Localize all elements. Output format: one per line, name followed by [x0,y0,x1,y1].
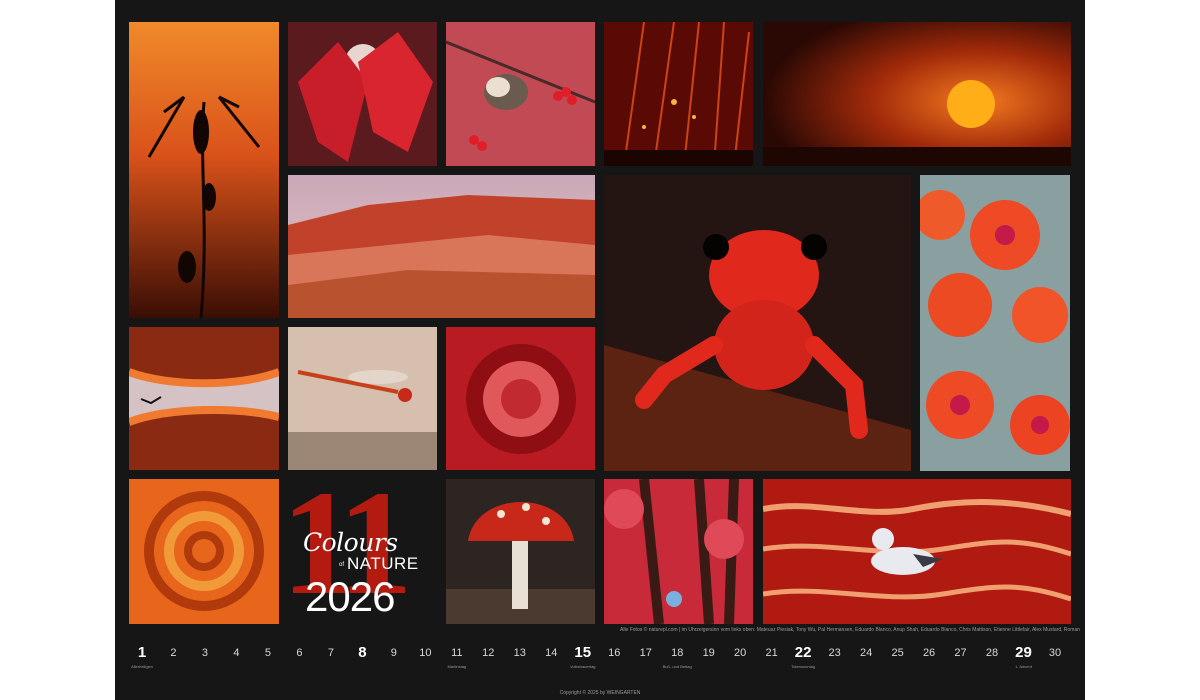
calendar-day-23: 23 [828,647,841,659]
calendar-day-20: 20 [734,647,747,659]
calendar-day-6: 6 [296,647,303,659]
red-dragonfly-photo [288,327,437,470]
calendar-day-29: 29 [1015,644,1032,661]
calendar-day-22: 22 [794,644,812,661]
calendar-day-21: 21 [765,647,778,659]
sea-anemone-photo [446,327,595,470]
calendar-day-9: 9 [390,647,397,659]
red-forest-photo [604,479,753,624]
lava-sparks-photo [604,22,753,166]
calendar-day-25: 25 [891,647,904,659]
calendar-day-13: 13 [513,647,526,659]
calendar-day-11: 11 [451,647,463,659]
title-nature: NATURE [347,554,419,573]
calendar-day-16: 16 [608,647,621,659]
copyright-note: Copyright © 2025 by WEINGARTEN [559,690,641,696]
calendar-day-28: 28 [985,647,999,659]
holiday-label-29: 1. Advent [1015,664,1032,669]
holiday-label-15: Volkstrauertag [569,664,596,669]
calendar-day-7: 7 [327,647,334,659]
calendar-day-12: 12 [482,647,495,659]
calendar-day-24: 24 [859,647,873,659]
holiday-label-11: Martinstag [447,664,467,669]
painted-desert-photo [288,175,595,318]
calendar-day-4: 4 [233,647,240,659]
calendar-day-10: 10 [419,647,432,659]
calendar-day-3: 3 [201,647,209,659]
holiday-label-1: Allerheiligen [131,664,153,669]
calendar-day-1: 1 [137,644,147,661]
calendar-day-30: 30 [1048,647,1062,659]
calendar-day-19: 19 [702,647,715,659]
calendar-day-14: 14 [545,647,558,659]
calendar-day-27: 27 [954,647,967,659]
sunset-photo [763,22,1071,166]
calendar-day-26: 26 [922,647,936,659]
fly-agaric-photo [446,479,595,624]
calendar-day-18: 18 [671,647,684,659]
holiday-label-18: Buß- und Bettag [662,664,692,669]
red-clouds-bird-photo [129,327,279,470]
dragonfly-silhouette-photo [129,22,279,318]
chameleon-tail-photo [129,479,279,624]
calendar-day-15: 15 [574,644,592,661]
red-maple-leaves-photo [288,22,437,166]
cactus-flowers-photo [920,175,1070,471]
gull-red-water-photo [763,479,1071,624]
title-year: 2026 [305,573,395,620]
holiday-label-22: Totensonntag [791,664,816,669]
calendar-title-block: 11 Colours of NATURE 2026 [287,478,437,624]
title-of: of [339,562,345,568]
red-frog-photo [604,175,911,471]
calendar-day-5: 5 [264,647,271,659]
bird-berries-photo [446,22,595,166]
title-colours: Colours [303,528,398,557]
calendar-day-17: 17 [639,647,652,659]
calendar-day-2: 2 [170,647,177,659]
calendar-day-8: 8 [358,644,367,661]
photo-credits: Alle Fotos © naturepl.com | im Uhrzeiger… [620,627,1080,633]
